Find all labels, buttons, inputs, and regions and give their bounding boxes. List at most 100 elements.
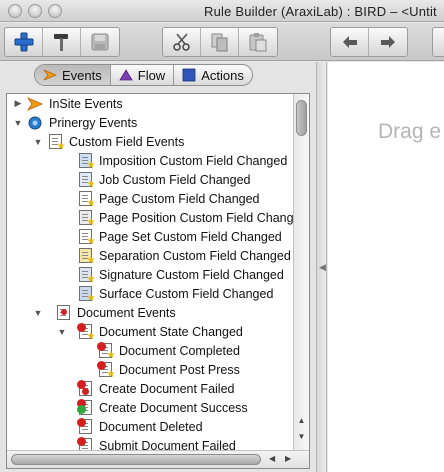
file-button-group bbox=[4, 27, 120, 57]
tree-item-create-document-failed[interactable]: Create Document Failed bbox=[76, 379, 235, 398]
tree-item-insite-events[interactable]: ▶ InSite Events bbox=[13, 94, 123, 113]
hammer-icon bbox=[53, 34, 68, 51]
canvas-drag-hint: Drag e bbox=[378, 120, 442, 143]
page-set-doc-star-icon: ★ bbox=[77, 229, 96, 247]
copy-icon bbox=[211, 33, 227, 52]
tree-item-page-cf[interactable]: ★ Page Custom Field Changed bbox=[77, 189, 260, 209]
scroll-down-icon[interactable]: ▼ bbox=[296, 430, 307, 442]
title-bar: Rule Builder (AraxiLab) : BIRD – <Untit bbox=[0, 0, 444, 22]
edit-button-group bbox=[162, 27, 278, 57]
tree-item-imposition-cf[interactable]: ★ Imposition Custom Field Changed bbox=[77, 151, 288, 171]
paste-icon bbox=[249, 33, 267, 52]
separation-doc-star-icon: ★ bbox=[77, 248, 96, 266]
tree-item-label: Page Set Custom Field Changed bbox=[99, 229, 282, 244]
imposition-doc-star-icon: ★ bbox=[77, 153, 96, 171]
events-arrow-icon bbox=[43, 69, 57, 81]
undo-button[interactable] bbox=[331, 28, 369, 56]
tree-item-label: Separation Custom Field Changed bbox=[99, 248, 291, 263]
event-tree-view: ▶ InSite Events ▼ Prinergy Events ▼ ★ Cu… bbox=[6, 93, 310, 469]
tree-item-document-post-press[interactable]: ★ Document Post Press bbox=[96, 360, 240, 380]
tree-item-document-state-changed[interactable]: ▼ ★ Document State Changed bbox=[57, 322, 243, 342]
flow-triangle-icon bbox=[119, 69, 133, 81]
tree-item-document-events[interactable]: ▼ Document Events bbox=[33, 303, 176, 322]
tree-item-separation-cf[interactable]: ★ Separation Custom Field Changed bbox=[77, 246, 291, 266]
scroll-up-icon[interactable]: ▲ bbox=[296, 414, 307, 426]
tree-item-create-document-success[interactable]: Create Document Success bbox=[76, 398, 248, 417]
document-deleted-icon bbox=[76, 418, 93, 435]
disclosure-expanded-icon[interactable]: ▼ bbox=[13, 118, 23, 128]
minimize-window-button[interactable] bbox=[28, 4, 42, 18]
tree-item-surface-cf[interactable]: ★ Surface Custom Field Changed bbox=[77, 284, 273, 304]
tree-item-custom-field-events[interactable]: ▼ ★ Custom Field Events bbox=[33, 132, 185, 152]
job-doc-star-icon: ★ bbox=[77, 172, 96, 190]
document-post-press-icon: ★ bbox=[96, 361, 116, 380]
tree-item-document-deleted[interactable]: Document Deleted bbox=[76, 417, 203, 436]
tree-item-prinergy-events[interactable]: ▼ Prinergy Events bbox=[13, 113, 138, 132]
document-events-icon bbox=[55, 305, 71, 321]
tree-item-label: Create Document Failed bbox=[99, 381, 235, 396]
tab-flow-label: Flow bbox=[137, 67, 166, 83]
page-position-doc-star-icon: ★ bbox=[77, 210, 96, 228]
tree-item-document-completed[interactable]: ★ Document Completed bbox=[96, 341, 240, 361]
toolbar bbox=[0, 23, 444, 61]
close-window-button[interactable] bbox=[8, 4, 22, 18]
panel-splitter[interactable]: ◀ bbox=[316, 62, 327, 472]
tree-horizontal-scrollbar[interactable]: ◀ ▶ bbox=[7, 450, 309, 468]
splitter-grip-icon[interactable]: ◀ bbox=[319, 262, 326, 273]
vertical-scroll-thumb[interactable] bbox=[296, 100, 307, 136]
build-button[interactable] bbox=[43, 28, 81, 56]
tree-item-label: Custom Field Events bbox=[69, 134, 185, 149]
signature-doc-star-icon: ★ bbox=[77, 267, 96, 285]
event-tree: ▶ InSite Events ▼ Prinergy Events ▼ ★ Cu… bbox=[7, 94, 293, 450]
cut-button[interactable] bbox=[163, 28, 201, 56]
tree-item-label: Document Post Press bbox=[119, 362, 240, 377]
save-button[interactable] bbox=[81, 28, 119, 56]
tab-flow[interactable]: Flow bbox=[111, 65, 175, 85]
paste-button[interactable] bbox=[239, 28, 277, 56]
tree-item-label: Prinergy Events bbox=[49, 115, 138, 130]
tab-actions-label: Actions bbox=[201, 67, 244, 83]
save-icon bbox=[91, 33, 109, 51]
folder-star-icon: ★ bbox=[47, 134, 66, 152]
toolbar-overflow-button[interactable] bbox=[432, 27, 444, 57]
tree-item-job-cf[interactable]: ★ Job Custom Field Changed bbox=[77, 170, 251, 190]
page-doc-star-icon: ★ bbox=[77, 191, 96, 209]
scroll-left-icon[interactable]: ◀ bbox=[269, 454, 275, 463]
tree-item-label: Page Custom Field Changed bbox=[99, 191, 260, 206]
redo-arrow-icon bbox=[381, 36, 395, 48]
zoom-window-button[interactable] bbox=[48, 4, 62, 18]
history-button-group bbox=[330, 27, 408, 57]
palette-tab-bar: Events Flow Actions bbox=[34, 64, 253, 86]
disclosure-expanded-icon[interactable]: ▼ bbox=[33, 137, 43, 147]
scissors-icon bbox=[172, 33, 190, 51]
tree-item-signature-cf[interactable]: ★ Signature Custom Field Changed bbox=[77, 265, 284, 285]
tree-item-label: Document Events bbox=[77, 305, 176, 320]
tree-item-page-position-cf[interactable]: ★ Page Position Custom Field Chang bbox=[77, 208, 293, 228]
tree-item-page-set-cf[interactable]: ★ Page Set Custom Field Changed bbox=[77, 227, 282, 247]
tree-item-submit-document-failed[interactable]: Submit Document Failed bbox=[76, 436, 236, 451]
scroll-right-icon[interactable]: ▶ bbox=[285, 454, 291, 463]
undo-arrow-icon bbox=[342, 36, 357, 48]
disclosure-expanded-icon[interactable]: ▼ bbox=[57, 327, 67, 337]
redo-button[interactable] bbox=[369, 28, 407, 56]
window-title: Rule Builder (AraxiLab) : BIRD – <Untit bbox=[204, 4, 437, 19]
tab-events[interactable]: Events bbox=[35, 65, 111, 85]
new-rule-button[interactable] bbox=[5, 28, 43, 56]
copy-button[interactable] bbox=[201, 28, 239, 56]
horizontal-scroll-thumb[interactable] bbox=[11, 454, 261, 465]
create-failed-icon bbox=[76, 380, 93, 397]
document-completed-icon: ★ bbox=[96, 342, 116, 361]
tree-vertical-scrollbar[interactable]: ▲ ▼ bbox=[293, 94, 309, 450]
prinergy-globe-icon bbox=[27, 115, 43, 131]
disclosure-collapsed-icon[interactable]: ▶ bbox=[13, 98, 23, 109]
tree-item-label: Imposition Custom Field Changed bbox=[99, 153, 288, 168]
tab-actions[interactable]: Actions bbox=[174, 65, 252, 85]
tree-item-label: Job Custom Field Changed bbox=[99, 172, 251, 187]
create-success-icon bbox=[76, 399, 93, 416]
disclosure-expanded-icon[interactable]: ▼ bbox=[33, 308, 43, 318]
submit-failed-icon bbox=[76, 437, 93, 450]
rule-canvas[interactable]: Drag e bbox=[328, 62, 444, 472]
tree-item-label: Document Completed bbox=[119, 343, 240, 358]
tree-item-label: Submit Document Failed bbox=[99, 438, 236, 451]
tree-item-label: Document Deleted bbox=[99, 419, 203, 434]
